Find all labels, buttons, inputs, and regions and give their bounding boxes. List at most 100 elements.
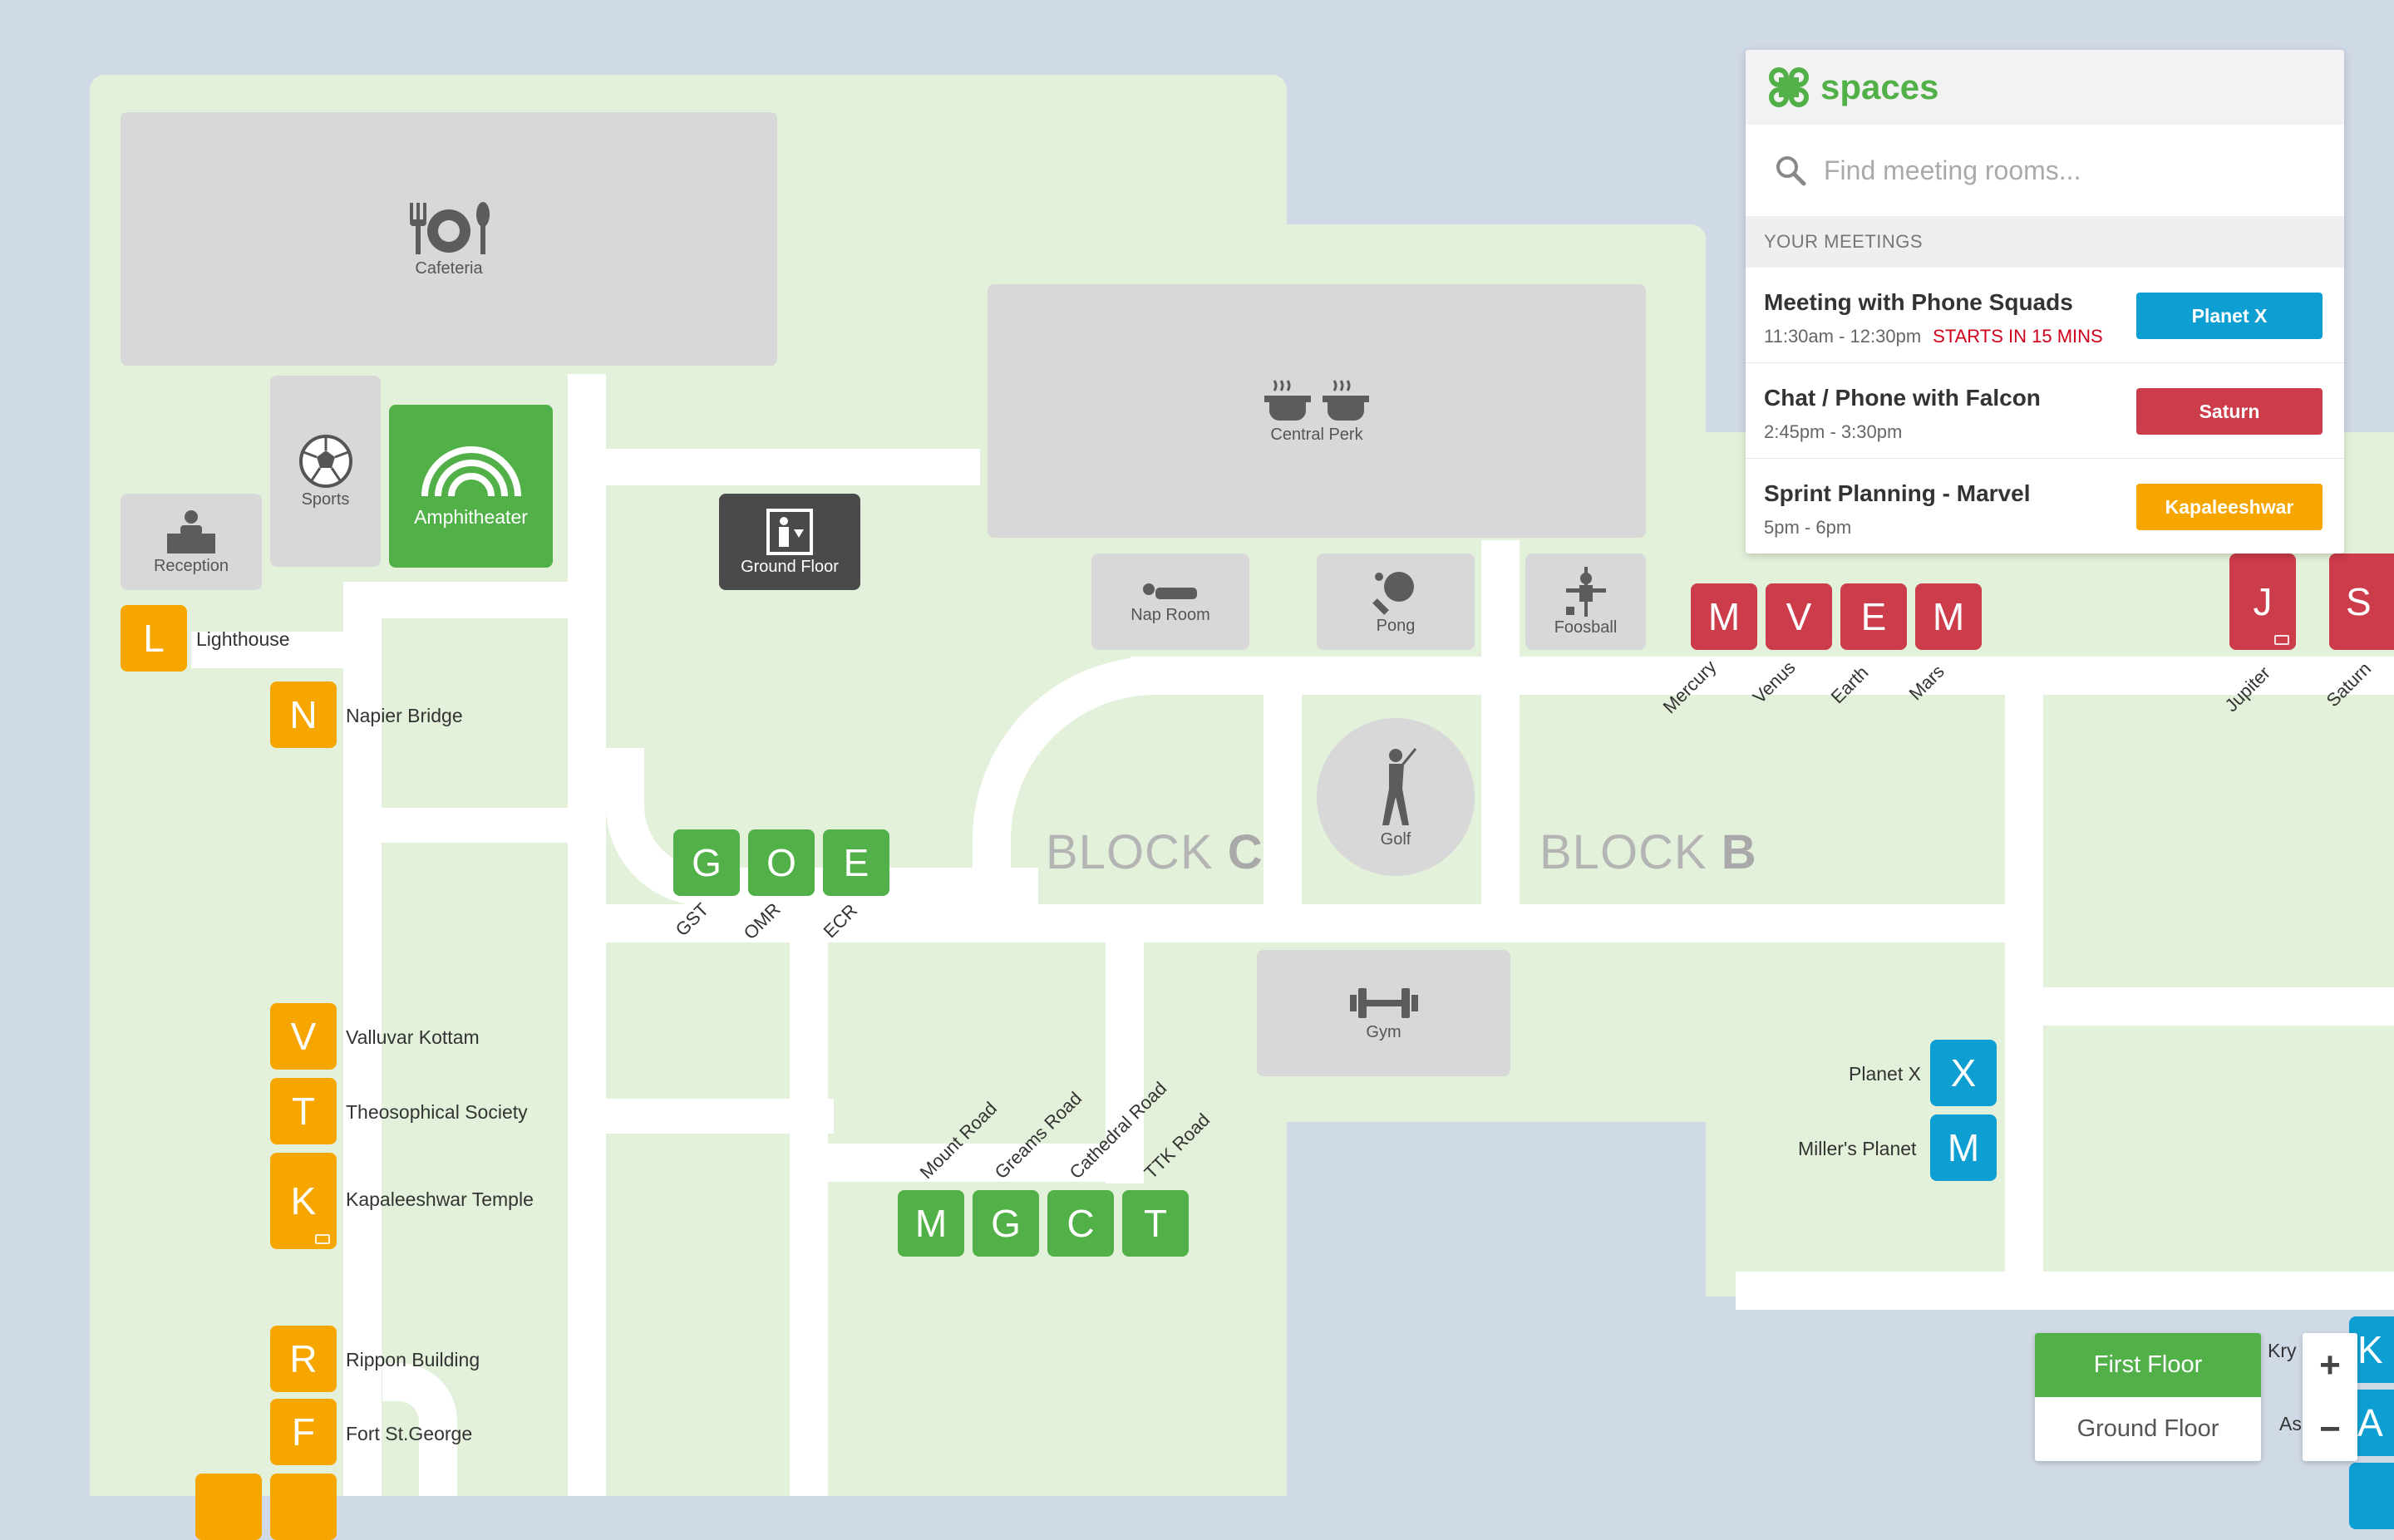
room-kapaleeshwar-temple[interactable]: K (270, 1153, 337, 1249)
room-lighthouse[interactable]: L (121, 605, 187, 672)
reception[interactable]: Reception (121, 494, 262, 590)
floor-switcher: First Floor Ground Floor (2035, 1333, 2261, 1461)
room-omr[interactable]: O (748, 829, 815, 896)
golfer-icon (1382, 747, 1417, 825)
reception-desk-icon (167, 509, 215, 554)
room-label: Miller's Planet (1798, 1138, 1917, 1159)
meeting-room-button[interactable]: Saturn (2136, 388, 2323, 435)
room-partial[interactable] (270, 1474, 337, 1540)
facility-label: Nap Room (1130, 605, 1210, 624)
room-greams-road[interactable]: G (973, 1190, 1039, 1257)
search-bar[interactable] (1746, 125, 2344, 216)
room-venus[interactable]: V (1766, 583, 1832, 650)
meeting-item[interactable]: Meeting with Phone Squads 11:30am - 12:3… (1746, 268, 2344, 363)
meeting-title: Meeting with Phone Squads (1764, 289, 2073, 315)
room-label: Kapaleeshwar Temple (346, 1188, 534, 1210)
golf[interactable]: Golf (1317, 718, 1475, 876)
room-millers-planet[interactable]: M (1930, 1114, 1997, 1181)
facility-label: Gym (1366, 1022, 1401, 1041)
facility-label: Cafeteria (415, 259, 483, 278)
room-earth[interactable]: E (1840, 583, 1907, 650)
meeting-title: Sprint Planning - Marvel (1764, 480, 2031, 506)
facility-label: Foosball (1554, 617, 1618, 637)
room-label: Valluvar Kottam (346, 1026, 480, 1048)
room-label: As (2279, 1413, 2302, 1434)
meetings-panel: spaces YOUR MEETINGS Meeting with Phone … (1746, 50, 2344, 554)
block-b-label: BLOCK B (1539, 825, 1757, 879)
room-label: Planet X (1849, 1063, 1921, 1085)
room-label: Rippon Building (346, 1349, 480, 1370)
starts-soon-alert: STARTS IN 15 MINS (1933, 326, 2103, 347)
zoom-out-button[interactable]: − (2303, 1397, 2357, 1461)
room-rippon-building[interactable]: R (270, 1326, 337, 1392)
road (568, 374, 606, 1496)
road (343, 582, 606, 618)
facility-label: Golf (1380, 829, 1411, 849)
room-theosophical-society[interactable]: T (270, 1078, 337, 1144)
room-napier-bridge[interactable]: N (270, 681, 337, 748)
road (1264, 695, 1302, 906)
road (606, 449, 980, 485)
meeting-item[interactable]: Chat / Phone with Falcon 2:45pm - 3:30pm… (1746, 363, 2344, 459)
meeting-room-button[interactable]: Planet X (2136, 293, 2323, 339)
room-letter: S (2346, 580, 2372, 623)
fork-plate-knife-icon (410, 202, 490, 254)
dumbbell-icon (1349, 987, 1418, 1018)
room-ttk-road[interactable]: T (1122, 1190, 1189, 1257)
zoom-in-button[interactable]: + (2303, 1333, 2357, 1397)
first-floor-button[interactable]: First Floor (2035, 1333, 2261, 1397)
room-label: Lighthouse (196, 628, 290, 650)
room-valluvar-kottam[interactable]: V (270, 1003, 337, 1070)
road (1736, 1272, 2394, 1310)
room-cathedral-road[interactable]: C (1047, 1190, 1114, 1257)
room-letter: K (290, 1179, 317, 1223)
sports[interactable]: Sports (270, 376, 381, 567)
foosball[interactable]: Foosball (1525, 554, 1646, 650)
pong[interactable]: Pong (1317, 554, 1475, 650)
gym[interactable]: Gym (1257, 950, 1510, 1076)
meeting-time: 2:45pm - 3:30pm (1764, 421, 1903, 442)
meeting-title: Chat / Phone with Falcon (1764, 385, 2041, 411)
ground-floor-stairs[interactable]: Ground Floor (719, 494, 860, 590)
room-gst[interactable]: G (673, 829, 740, 896)
tv-icon (2274, 635, 2289, 645)
room-fort-st-george[interactable]: F (270, 1399, 337, 1465)
room-partial[interactable] (195, 1474, 262, 1540)
courtyard-water (1287, 1122, 1706, 1496)
road (2043, 987, 2394, 1026)
room-mercury[interactable]: M (1691, 583, 1757, 650)
search-icon (1776, 156, 1806, 186)
meeting-time: 5pm - 6pm (1764, 517, 1852, 538)
coffee-cups-icon (1264, 380, 1369, 421)
central-perk[interactable]: Central Perk (988, 284, 1646, 538)
room-ecr[interactable]: E (823, 829, 889, 896)
room-label: Theosophical Society (346, 1101, 528, 1123)
road (1481, 540, 1520, 906)
room-mars[interactable]: M (1915, 583, 1982, 650)
cafeteria[interactable]: Cafeteria (121, 112, 777, 366)
room-label: Kry (2268, 1340, 2297, 1361)
brand-name: spaces (1820, 67, 1939, 106)
amphitheater[interactable]: Amphitheater (389, 405, 553, 568)
meeting-time: 11:30am - 12:30pm STARTS IN 15 MINS (1764, 326, 2103, 347)
nap-room[interactable]: Nap Room (1091, 554, 1249, 650)
facility-label: Pong (1376, 616, 1416, 635)
ping-pong-icon (1372, 571, 1414, 615)
facility-label: Ground Floor (741, 557, 839, 576)
search-input[interactable] (1822, 154, 2291, 187)
room-planet-x[interactable]: X (1930, 1040, 1997, 1106)
amphitheater-arches-icon (421, 445, 521, 496)
road (606, 904, 2005, 942)
ground-floor-button[interactable]: Ground Floor (2035, 1397, 2261, 1461)
meeting-item[interactable]: Sprint Planning - Marvel 5pm - 6pm Kapal… (1746, 459, 2344, 554)
room-letter: J (2253, 580, 2273, 623)
room-mount-road[interactable]: M (898, 1190, 964, 1257)
meeting-room-button[interactable]: Kapaleeshwar (2136, 484, 2323, 530)
elevator-icon (766, 508, 813, 555)
zoom-controls: + − (2303, 1333, 2357, 1461)
room-saturn[interactable]: S (2329, 554, 2394, 650)
sleeping-person-icon (1143, 583, 1197, 599)
room-partial[interactable] (2349, 1463, 2394, 1529)
room-label: Fort St.George (346, 1423, 473, 1444)
room-jupiter[interactable]: J (2229, 554, 2296, 650)
